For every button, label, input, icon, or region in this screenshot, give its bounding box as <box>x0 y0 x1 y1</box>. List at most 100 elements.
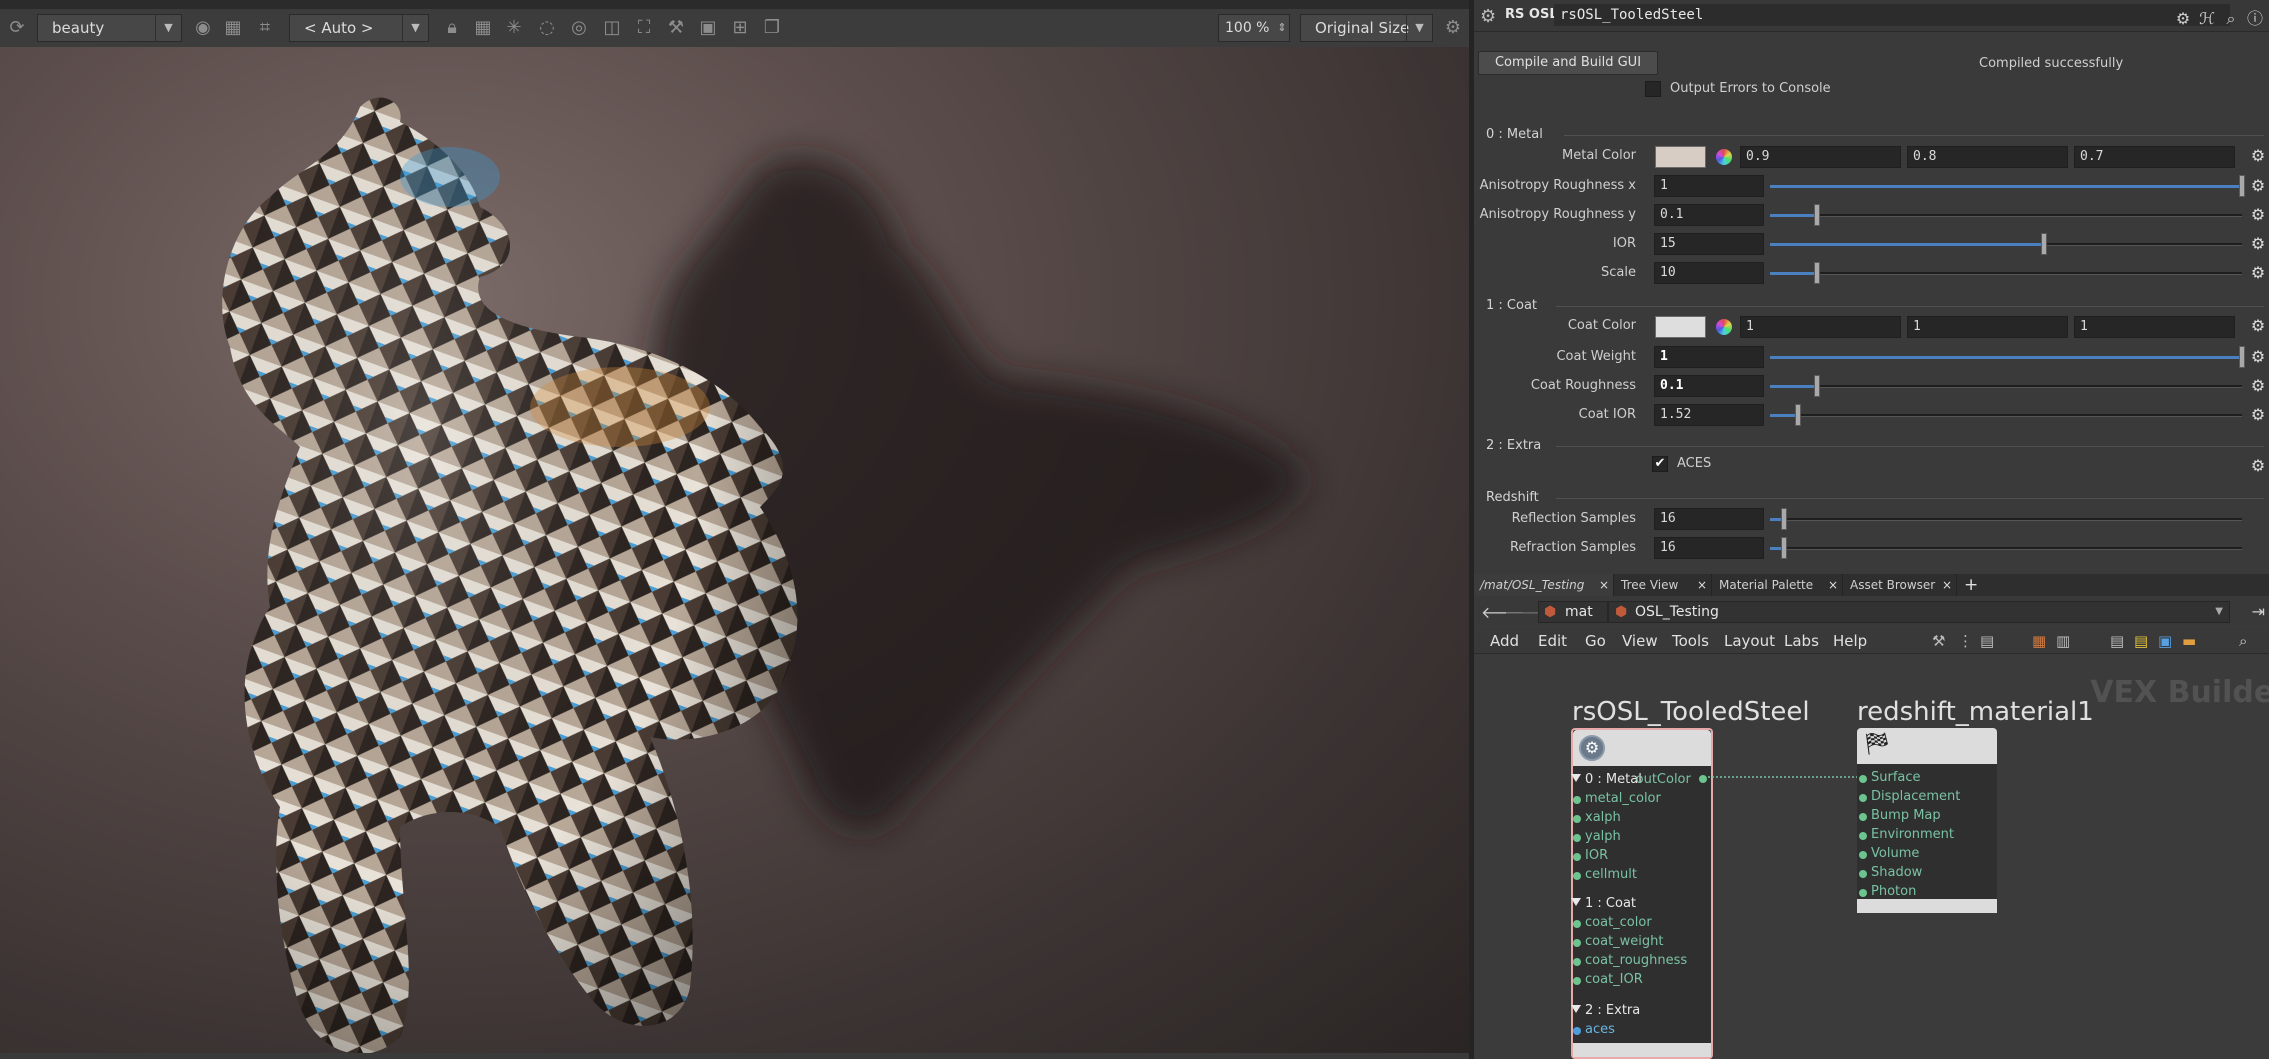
osl-node[interactable]: ⚙ 0 : Metal metal_color xalph yalph IOR … <box>1571 728 1713 1059</box>
node-name-field[interactable]: rsOSL_TooledSteel <box>1554 4 2230 26</box>
scale-slider[interactable] <box>1770 262 2242 284</box>
close-icon[interactable]: × <box>1828 574 1838 596</box>
compile-button[interactable]: Compile and Build GUI <box>1478 51 1658 75</box>
gear-icon[interactable]: ⚙ <box>1442 17 1464 39</box>
network-editor[interactable]: VEX Builder rsOSL_TooledSteel ⚙ 0 : Meta… <box>1474 655 2269 1059</box>
material-input-shadow[interactable]: Shadow <box>1859 865 1922 880</box>
osl-input-xalph[interactable]: xalph <box>1573 810 1621 825</box>
close-icon[interactable]: × <box>1942 574 1952 596</box>
metal-color-g-field[interactable]: 0.8 <box>1907 146 2068 168</box>
coat-color-g-field[interactable]: 1 <box>1907 316 2068 338</box>
gear-icon[interactable]: ⚙ <box>2249 263 2267 283</box>
refresh-icon[interactable]: ⟳ <box>6 17 28 39</box>
coat-color-swatch[interactable] <box>1655 316 1706 338</box>
gear-icon[interactable]: ⚙ <box>1480 6 1496 27</box>
coat-color-r-field[interactable]: 1 <box>1740 316 1901 338</box>
coat-weight-field[interactable]: 1 <box>1654 346 1764 368</box>
material-input-displacement[interactable]: Displacement <box>1859 789 1960 804</box>
metal-color-swatch[interactable] <box>1655 146 1706 168</box>
grid-view-icon[interactable]: ▦ <box>2032 632 2046 650</box>
ior-field[interactable]: 15 <box>1654 233 1764 255</box>
snowflake-icon[interactable]: ✳ <box>503 17 525 39</box>
menu-add[interactable]: Add <box>1490 632 1519 650</box>
add-snapshot-icon[interactable]: ⊞ <box>729 17 751 39</box>
gear-icon[interactable]: ⚙ <box>2249 234 2267 254</box>
path-crumb-current[interactable]: ⬢ OSL_Testing ▼ <box>1608 601 2230 623</box>
menu-tools[interactable]: Tools <box>1672 632 1709 650</box>
gear-icon[interactable]: ⚙ <box>2249 456 2267 476</box>
list-icon[interactable]: ▤ <box>1980 632 1994 650</box>
coat-roughness-slider[interactable] <box>1770 375 2242 397</box>
camera-select[interactable]: < Auto > ▼ <box>289 14 429 42</box>
aniso-y-field[interactable]: 0.1 <box>1654 204 1764 226</box>
close-icon[interactable]: × <box>1599 574 1609 596</box>
osl-input-yalph[interactable]: yalph <box>1573 829 1621 844</box>
pin-icon[interactable]: ⇥ <box>2252 602 2265 621</box>
menu-edit[interactable]: Edit <box>1538 632 1567 650</box>
osl-input-ior[interactable]: IOR <box>1573 848 1608 863</box>
osl-input-metal-color[interactable]: metal_color <box>1573 791 1661 806</box>
snapshot-icon[interactable]: ▣ <box>697 17 719 39</box>
refresh-region-icon[interactable]: ◌ <box>536 17 558 39</box>
menu-labs[interactable]: Labs <box>1784 632 1819 650</box>
output-port-dot[interactable] <box>1699 775 1707 783</box>
path-crumb-mat[interactable]: ⬢ mat <box>1538 601 1608 623</box>
gear-icon[interactable]: ⚙ <box>2249 376 2267 396</box>
refraction-samples-field[interactable]: 16 <box>1654 537 1764 559</box>
ior-slider[interactable] <box>1770 233 2242 255</box>
osl-output-outcolor[interactable]: outColor <box>1636 772 1707 787</box>
osl-group-metal[interactable]: 0 : Metal <box>1571 772 1642 787</box>
aces-checkbox[interactable]: ✔ <box>1652 456 1668 472</box>
tab-material-palette[interactable]: Material Palette × <box>1713 574 1843 596</box>
tree-icon[interactable]: ⋮ <box>1958 632 1973 650</box>
output-errors-checkbox[interactable] <box>1645 81 1661 97</box>
gear-icon[interactable]: ⚙ <box>2249 316 2267 336</box>
gear-icon[interactable]: ⚙ <box>2171 9 2195 28</box>
copy-icon[interactable]: ❐ <box>761 17 783 39</box>
tab-network[interactable]: /mat/OSL_Testing × <box>1474 574 1614 596</box>
coat-roughness-field[interactable]: 0.1 <box>1654 375 1764 397</box>
osl-group-extra[interactable]: 2 : Extra <box>1571 1003 1640 1018</box>
wrench-icon[interactable]: ⚒ <box>1932 632 1945 650</box>
material-input-photon[interactable]: Photon <box>1859 884 1916 899</box>
coat-color-b-field[interactable]: 1 <box>2074 316 2235 338</box>
menu-view[interactable]: View <box>1622 632 1658 650</box>
close-icon[interactable]: × <box>1697 574 1707 596</box>
image-icon[interactable]: ▣ <box>2158 632 2172 650</box>
metal-color-r-field[interactable]: 0.9 <box>1740 146 1901 168</box>
osl-input-aces[interactable]: aces <box>1573 1022 1615 1037</box>
grid-icon[interactable]: ▦ <box>222 17 244 39</box>
aniso-y-slider[interactable] <box>1770 204 2242 226</box>
menu-help[interactable]: Help <box>1833 632 1867 650</box>
buckets-icon[interactable]: ▦ <box>472 17 494 39</box>
rgb-icon[interactable]: ◉ <box>192 17 214 39</box>
box-icon[interactable]: ▬ <box>2182 632 2196 650</box>
add-tab-icon[interactable]: + <box>1964 574 1978 596</box>
region-icon[interactable]: ◫ <box>601 17 623 39</box>
coat-weight-slider[interactable] <box>1770 346 2245 368</box>
aov-select[interactable]: beauty ▼ <box>37 14 182 42</box>
refraction-samples-slider[interactable] <box>1770 537 2242 559</box>
aniso-x-field[interactable]: 1 <box>1654 175 1764 197</box>
note-icon[interactable]: ▤ <box>2110 632 2124 650</box>
material-input-volume[interactable]: Volume <box>1859 846 1919 861</box>
menu-go[interactable]: Go <box>1585 632 1606 650</box>
gear-icon[interactable]: ⚙ <box>2249 146 2267 166</box>
zoom-field[interactable]: 100 % ⇕ <box>1218 14 1290 42</box>
color-wheel-icon[interactable] <box>1716 319 1732 335</box>
target-icon[interactable]: ◎ <box>568 17 590 39</box>
material-input-surface[interactable]: Surface <box>1859 770 1921 785</box>
lock-icon[interactable]: 🔒︎ <box>441 17 463 39</box>
osl-input-coat-color[interactable]: coat_color <box>1573 915 1652 930</box>
gear-icon[interactable]: ⚙ <box>2249 347 2267 367</box>
gear-icon[interactable]: ⚙ <box>2249 405 2267 425</box>
scale-field[interactable]: 10 <box>1654 262 1764 284</box>
search-icon[interactable]: ⌕ <box>2219 9 2243 29</box>
material-input-bump-map[interactable]: Bump Map <box>1859 808 1941 823</box>
size-mode-select[interactable]: Original Size ▼ <box>1300 14 1433 42</box>
gear-icon[interactable]: ⚙ <box>2249 176 2267 196</box>
reflection-samples-slider[interactable] <box>1770 508 2242 530</box>
metal-color-b-field[interactable]: 0.7 <box>2074 146 2235 168</box>
tab-tree-view[interactable]: Tree View × <box>1615 574 1712 596</box>
crop-icon[interactable]: ⌗ <box>254 17 276 39</box>
